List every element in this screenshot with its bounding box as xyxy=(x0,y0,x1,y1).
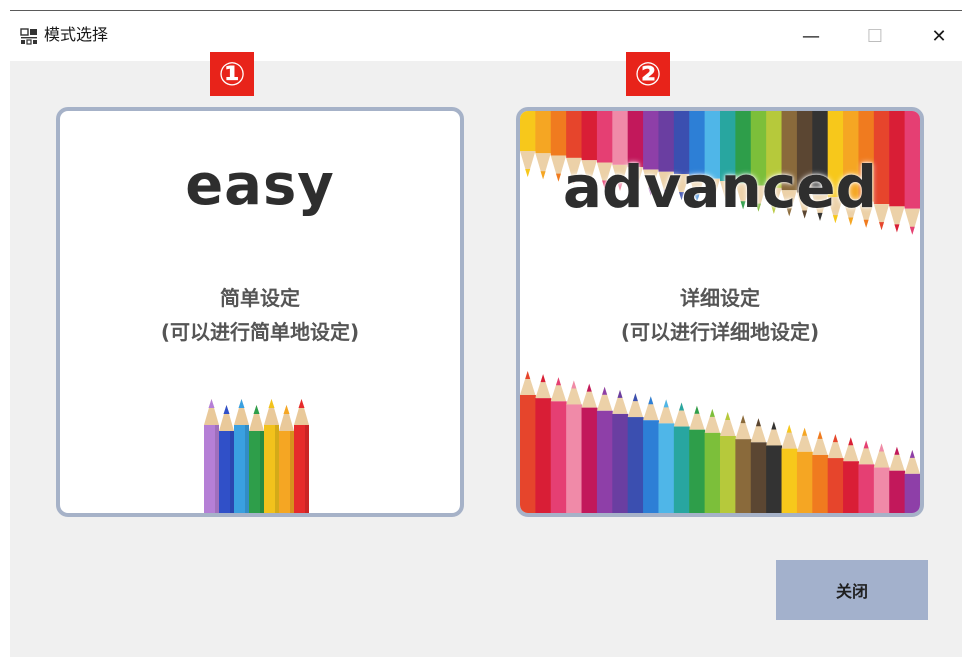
advanced-title: 详细设定 xyxy=(680,286,760,310)
app-logo-icon xyxy=(20,28,37,45)
easy-mode-card[interactable]: easy 简单设定 (可以进行简单地设定) xyxy=(56,107,464,517)
advanced-mode-card[interactable]: advanced 详细设定 (可以进行详细地设定) xyxy=(516,107,924,517)
pencils-icon xyxy=(204,399,309,513)
advanced-heading: advanced xyxy=(562,153,878,221)
easy-description: (可以进行简单地设定) xyxy=(160,320,360,344)
badge-2: ② xyxy=(626,52,670,96)
close-icon: ✕ xyxy=(931,25,947,47)
maximize-icon: ☐ xyxy=(866,25,884,47)
window-close-button[interactable]: ✕ xyxy=(916,11,962,61)
maximize-button[interactable]: ☐ xyxy=(852,11,898,61)
mode-select-window: 模式选择 — ☐ ✕ ① ② easy 简单设定 (可以进行简单地设定) adv… xyxy=(10,10,962,657)
minimize-button[interactable]: — xyxy=(788,11,834,61)
title-bar[interactable]: 模式选择 — ☐ ✕ xyxy=(10,11,962,61)
advanced-description: (可以进行详细地设定) xyxy=(620,320,820,344)
minimize-icon: — xyxy=(802,25,820,47)
pencils-bottom-icon xyxy=(520,371,920,513)
easy-heading: easy xyxy=(185,153,335,218)
window-title: 模式选择 xyxy=(44,25,109,44)
badge-1: ① xyxy=(210,52,254,96)
close-button[interactable]: 关闭 xyxy=(776,560,928,620)
easy-title: 简单设定 xyxy=(220,286,300,310)
